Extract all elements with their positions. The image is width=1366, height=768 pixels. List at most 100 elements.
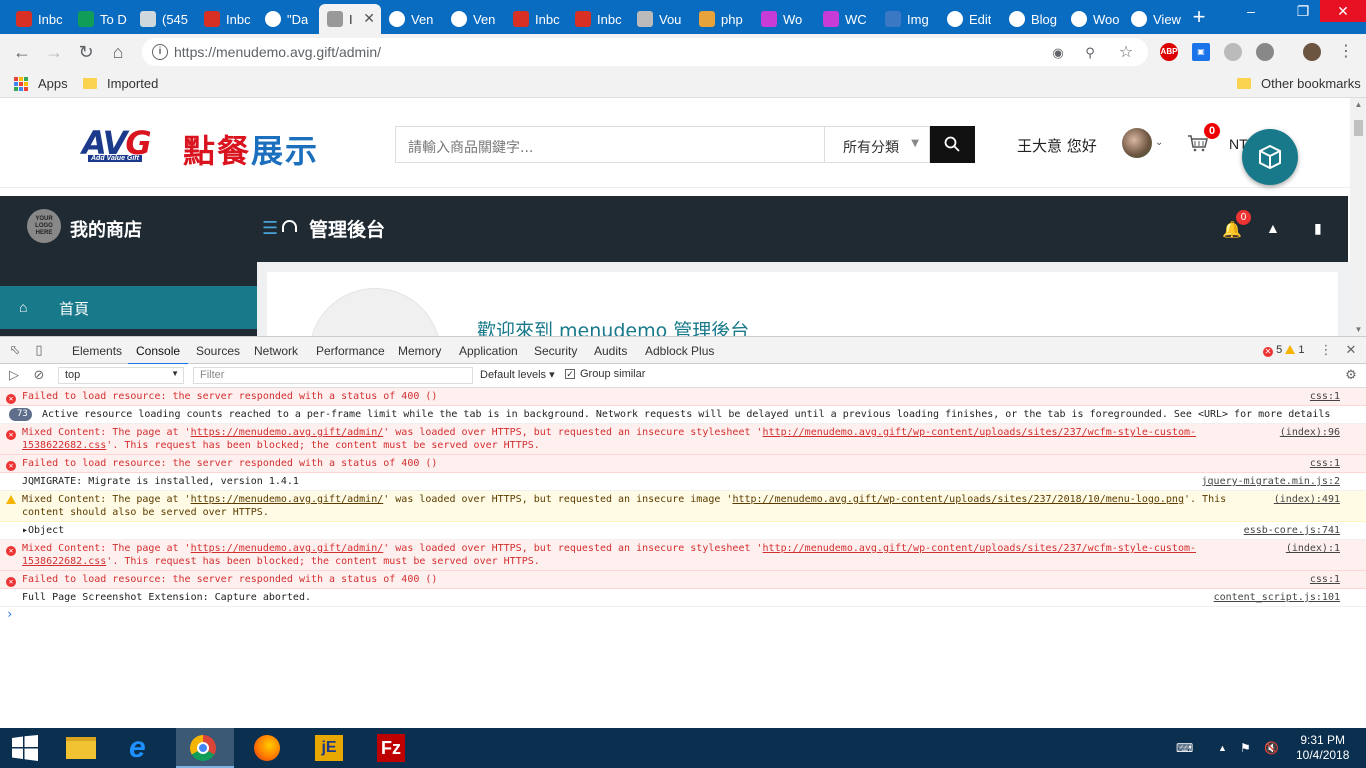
action-center-flag-icon[interactable]: ⚑ <box>1240 741 1251 755</box>
product-search-input[interactable]: 請輸入商品關鍵字... <box>395 126 825 163</box>
user-avatar[interactable] <box>1122 128 1152 158</box>
profile-avatar-icon[interactable] <box>1303 43 1321 61</box>
taskbar-file-explorer[interactable] <box>52 728 110 768</box>
adblock-plus-icon[interactable]: ABP <box>1160 43 1178 61</box>
key-icon[interactable]: ⚲ <box>1082 45 1098 61</box>
scroll-down-arrow[interactable]: ▼ <box>1354 325 1363 334</box>
inspect-element-icon[interactable]: ⬁ <box>7 342 23 358</box>
book-icon[interactable]: ▮ <box>1314 220 1322 237</box>
devtools-tab[interactable]: Console <box>127 344 189 365</box>
extension-circle-icon[interactable] <box>1224 43 1242 61</box>
site-info-icon[interactable]: i <box>152 44 168 60</box>
blocked-content-icon[interactable]: ◉ <box>1050 45 1066 61</box>
browser-tab[interactable]: Inbc <box>505 4 566 34</box>
screenshot-extension-icon[interactable]: ▣ <box>1192 43 1210 61</box>
scroll-up-arrow[interactable]: ▲ <box>1354 100 1363 109</box>
extension-knot-icon[interactable] <box>1256 43 1274 61</box>
shop-name[interactable]: 我的商店 <box>70 216 142 242</box>
log-levels-dropdown[interactable]: Default levels ▾ <box>480 368 555 381</box>
devtools-tab[interactable]: Network <box>254 344 298 358</box>
context-select[interactable]: top ▼ <box>58 367 184 384</box>
show-hidden-icons-icon[interactable]: ▲ <box>1218 743 1227 753</box>
menu-toggle-icon[interactable]: ☰ <box>262 219 278 237</box>
devtools-tab[interactable]: Performance <box>316 344 385 358</box>
forward-arrow-icon[interactable]: → <box>42 40 66 64</box>
browser-tab[interactable]: php <box>691 4 752 34</box>
home-icon[interactable]: ⌂ <box>106 40 130 64</box>
chevron-down-icon[interactable]: ⌄ <box>1155 137 1163 148</box>
clear-console-icon[interactable]: ⊘ <box>31 367 47 383</box>
category-select[interactable]: 所有分類 ▼ <box>824 126 930 163</box>
taskbar-chrome[interactable] <box>176 728 234 768</box>
bookmark-imported[interactable]: Imported <box>83 76 158 91</box>
devtools-tab[interactable]: Sources <box>196 344 240 358</box>
console-source-link[interactable]: content_script.js:101 <box>1214 591 1340 604</box>
browser-tab[interactable]: Wo <box>753 4 814 34</box>
browser-tab[interactable]: Edit <box>939 4 1000 34</box>
browser-tab[interactable]: Inbc <box>567 4 628 34</box>
console-url-link[interactable]: http://menudemo.avg.gift/wp-content/uplo… <box>732 494 1184 505</box>
close-window-button[interactable]: ✕ <box>1320 0 1366 22</box>
minimize-button[interactable]: – <box>1228 0 1274 22</box>
console-url-link[interactable]: https://menudemo.avg.gift/admin/ <box>191 427 384 438</box>
console-source-link[interactable]: (index):1 <box>1286 542 1340 555</box>
browser-tab[interactable]: I ✕ <box>319 4 381 34</box>
browser-tab[interactable]: Inbc <box>196 4 257 34</box>
browser-tab[interactable]: "Da <box>257 4 318 34</box>
chrome-menu-icon[interactable]: ⋮ <box>1334 40 1358 64</box>
close-tab-icon[interactable]: ✕ <box>363 10 375 27</box>
start-button[interactable] <box>0 728 58 768</box>
reload-icon[interactable]: ↻ <box>74 40 98 64</box>
browser-tab[interactable]: Ven <box>381 4 442 34</box>
back-arrow-icon[interactable]: ← <box>10 40 34 64</box>
scrollbar-thumb[interactable] <box>1354 120 1363 136</box>
search-button[interactable] <box>930 126 975 163</box>
group-similar-checkbox[interactable]: ✓ Group similar <box>565 368 645 380</box>
devtools-tab[interactable]: Elements <box>72 344 122 358</box>
taskbar-filezilla[interactable]: Fz <box>362 728 420 768</box>
browser-tab[interactable]: Blog <box>1001 4 1062 34</box>
devtools-tab[interactable]: Security <box>534 344 577 358</box>
sidebar-item-home[interactable]: ⌂ 首頁 <box>0 286 257 329</box>
console-filter-input[interactable]: Filter <box>193 367 473 384</box>
keyboard-icon[interactable]: ⌨ <box>1176 741 1193 755</box>
console-prompt[interactable]: › <box>0 607 1366 621</box>
taskbar-jedit[interactable]: jE <box>300 728 358 768</box>
bookmark-apps[interactable]: Apps <box>14 76 68 91</box>
browser-tab[interactable]: Ven <box>443 4 504 34</box>
console-source-link[interactable]: (index):491 <box>1274 493 1340 506</box>
devtools-tab[interactable]: Audits <box>594 344 627 358</box>
megaphone-icon[interactable]: ▲ <box>1266 220 1280 236</box>
more-options-icon[interactable]: ⋮ <box>1318 342 1334 358</box>
devtools-tab[interactable]: Application <box>459 344 518 358</box>
floating-action-button[interactable] <box>1242 129 1298 185</box>
console-source-link[interactable]: jquery-migrate.min.js:2 <box>1202 475 1340 488</box>
browser-tab[interactable]: (545 <box>132 4 193 34</box>
browser-tab[interactable]: To D <box>70 4 131 34</box>
close-devtools-icon[interactable]: ✕ <box>1343 342 1359 358</box>
issue-counter[interactable]: ✕ 5 1 <box>1263 344 1304 357</box>
page-scrollbar[interactable]: ▲ ▼ <box>1350 98 1366 336</box>
console-settings-gear-icon[interactable]: ⚙ <box>1343 367 1359 383</box>
sidebar-toggle-icon[interactable]: ▷ <box>6 367 22 383</box>
browser-tab[interactable]: View <box>1123 4 1184 34</box>
console-source-link[interactable]: css:1 <box>1310 457 1340 470</box>
taskbar-firefox[interactable] <box>238 728 296 768</box>
device-toolbar-icon[interactable]: ▯ <box>31 342 47 358</box>
console-url-link[interactable]: https://menudemo.avg.gift/admin/ <box>191 494 384 505</box>
new-tab-button[interactable]: + <box>1188 6 1210 28</box>
devtools-tab[interactable]: Memory <box>398 344 441 358</box>
browser-tab[interactable]: WC <box>815 4 876 34</box>
browser-tab[interactable]: Woo <box>1063 4 1124 34</box>
devtools-tab[interactable]: Adblock Plus <box>645 344 714 358</box>
console-source-link[interactable]: essb-core.js:741 <box>1244 524 1340 537</box>
shop-logo[interactable]: YOUR LOGO HERE <box>27 209 61 243</box>
address-bar[interactable]: i https://menudemo.avg.gift/admin/ ◉ ⚲ ☆ <box>142 38 1148 66</box>
taskbar-internet-explorer[interactable]: e <box>114 728 172 768</box>
browser-tab[interactable]: Img <box>877 4 938 34</box>
console-source-link[interactable]: css:1 <box>1310 573 1340 586</box>
bookmark-star-icon[interactable]: ☆ <box>1118 45 1134 61</box>
browser-tab[interactable]: Inbc <box>8 4 69 34</box>
console-source-link[interactable]: (index):96 <box>1280 426 1340 439</box>
system-clock[interactable]: 9:31 PM 10/4/2018 <box>1296 733 1349 763</box>
